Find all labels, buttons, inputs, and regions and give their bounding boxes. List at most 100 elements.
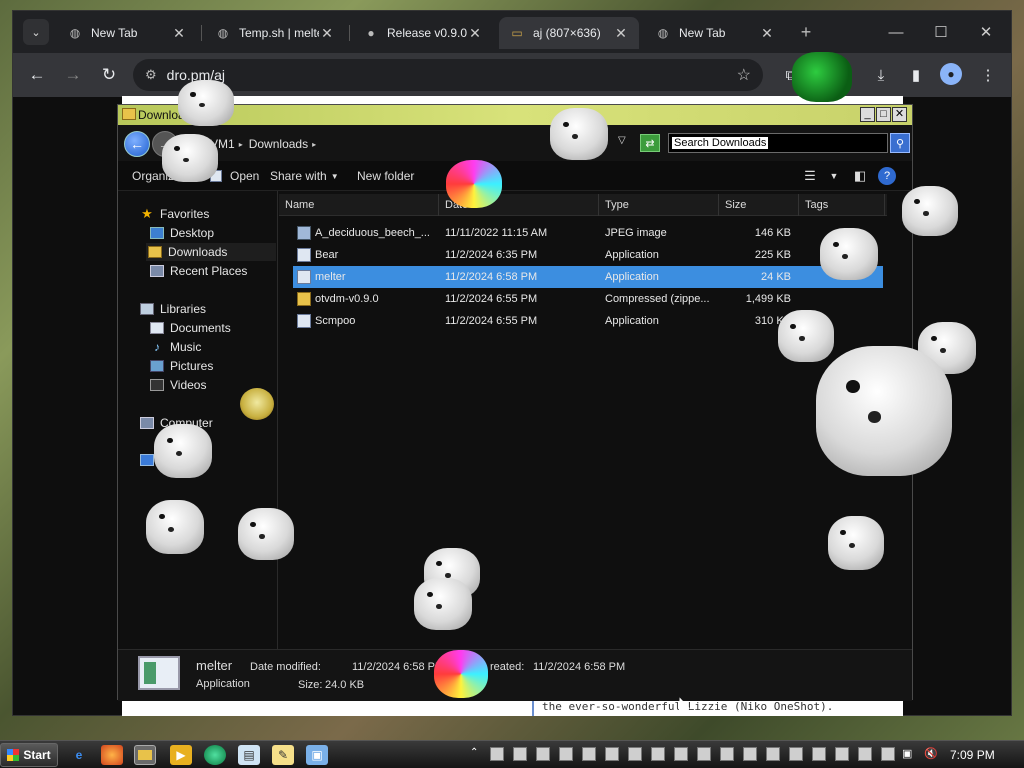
table-row-selected[interactable]: melter 11/2/2024 6:58 PM Application 24 … xyxy=(293,266,883,288)
column-name[interactable]: Name xyxy=(279,194,439,216)
image-icon: ▭ xyxy=(511,26,523,40)
share-with-button[interactable]: Share with ▼ xyxy=(270,169,339,183)
tray-sprite-icon[interactable] xyxy=(559,747,573,761)
table-row[interactable]: otvdm-v0.9.0 11/2/2024 6:55 PM Compresse… xyxy=(293,288,883,310)
column-tags[interactable]: Tags xyxy=(799,194,885,216)
nav-downloads[interactable]: Downloads xyxy=(146,243,276,261)
polar-bear-sprite xyxy=(238,508,294,560)
address-history-dropdown[interactable]: ▽ xyxy=(618,135,626,146)
download-icon[interactable]: ⤓ xyxy=(869,63,893,87)
tray-sprite-icon[interactable] xyxy=(605,747,619,761)
tray-sprite-icon[interactable] xyxy=(490,747,504,761)
view-options-icon[interactable]: ☰ xyxy=(800,167,820,185)
tray-sprite-icon[interactable] xyxy=(766,747,780,761)
explorer-close-button[interactable]: ✕ xyxy=(892,107,907,122)
site-info-icon[interactable]: ⚙ xyxy=(145,67,157,83)
close-tab-icon[interactable]: ✕ xyxy=(613,25,629,42)
nav-pictures[interactable]: Pictures xyxy=(148,357,213,375)
tray-sprite-icon[interactable] xyxy=(812,747,826,761)
tray-sprite-icon[interactable] xyxy=(858,747,872,761)
volume-muted-icon[interactable]: 🔇 xyxy=(924,747,938,761)
tray-sprite-icon[interactable] xyxy=(651,747,665,761)
tray-sprite-icon[interactable] xyxy=(628,747,642,761)
menu-dots-icon[interactable]: ⋮ xyxy=(976,63,1000,87)
start-button[interactable]: Start xyxy=(0,743,58,767)
breadcrumb-downloads[interactable]: Downloads ▸ xyxy=(249,137,316,151)
help-icon[interactable]: ? xyxy=(878,167,896,185)
tab-new-tab-1[interactable]: ◍ New Tab ✕ xyxy=(57,17,197,49)
side-panel-icon[interactable]: ▮ xyxy=(904,63,928,87)
explorer-titlebar[interactable]: Downloads _ □ ✕ xyxy=(118,105,912,125)
details-date-modified-label: Date modified: xyxy=(250,661,321,673)
explorer-maximize-button[interactable]: □ xyxy=(876,107,891,122)
notepad-icon[interactable]: ✎ xyxy=(272,745,294,765)
chevron-down-icon[interactable]: ▼ xyxy=(824,167,844,185)
nav-documents[interactable]: Documents xyxy=(148,319,231,337)
refresh-button[interactable]: ⇄ xyxy=(640,134,660,152)
nav-libraries[interactable]: Libraries xyxy=(138,300,206,318)
tray-expand-icon[interactable]: ⌃ xyxy=(470,747,484,761)
explorer-minimize-button[interactable]: _ xyxy=(860,107,875,122)
tray-sprite-icon[interactable] xyxy=(513,747,527,761)
chevron-right-icon: ▸ xyxy=(312,139,317,149)
bookmark-star-icon[interactable]: ☆ xyxy=(737,65,751,85)
computer-taskbar-icon[interactable]: ▣ xyxy=(306,745,328,765)
maximize-icon[interactable]: ☐ xyxy=(926,19,956,45)
explorer-taskbar-icon[interactable] xyxy=(134,745,156,765)
tray-sprite-icon[interactable] xyxy=(835,747,849,761)
column-type[interactable]: Type xyxy=(599,194,719,216)
tab-aj-image[interactable]: ▭ aj (807×636) ✕ xyxy=(499,17,639,49)
document-icon[interactable]: ▤ xyxy=(238,745,260,765)
forward-arrow-icon[interactable]: → xyxy=(61,63,85,87)
tray-sprite-icon[interactable] xyxy=(536,747,550,761)
nav-network[interactable] xyxy=(138,451,154,469)
table-row[interactable]: Bear 11/2/2024 6:35 PM Application 225 K… xyxy=(293,244,883,266)
media-player-icon[interactable]: ▶ xyxy=(170,745,192,765)
file-name: otvdm-v0.9.0 xyxy=(315,293,379,305)
profile-avatar[interactable]: ● xyxy=(940,63,962,85)
tray-sprite-icon[interactable] xyxy=(697,747,711,761)
new-tab-button[interactable]: + xyxy=(795,21,817,43)
search-input[interactable]: Search Downloads xyxy=(668,133,888,153)
new-folder-button[interactable]: New folder xyxy=(357,169,414,183)
internet-explorer-icon[interactable]: e xyxy=(68,745,90,765)
nav-music[interactable]: ♪ Music xyxy=(148,338,201,356)
column-size[interactable]: Size xyxy=(719,194,799,216)
tray-sprite-icon[interactable] xyxy=(720,747,734,761)
close-tab-icon[interactable]: ✕ xyxy=(319,25,335,42)
open-label: Open xyxy=(230,169,260,183)
tab-new-tab-2[interactable]: ◍ New Tab ✕ xyxy=(645,17,785,49)
tray-sprite-icon[interactable] xyxy=(881,747,895,761)
nav-favorites[interactable]: ★ Favorites xyxy=(138,205,209,223)
open-button[interactable]: Open xyxy=(210,169,259,183)
browser-taskbar-icon[interactable] xyxy=(204,745,226,765)
close-window-icon[interactable]: ✕ xyxy=(971,19,1001,45)
tray-sprite-icon[interactable] xyxy=(674,747,688,761)
tab-search-button[interactable]: ⌄ xyxy=(23,19,49,45)
nav-desktop[interactable]: Desktop xyxy=(148,224,214,242)
nav-videos[interactable]: Videos xyxy=(148,376,206,394)
tab-temp-sh[interactable]: ◍ Temp.sh | melte ✕ xyxy=(205,17,345,49)
minimize-icon[interactable]: — xyxy=(881,19,911,45)
tray-sprite-icon[interactable] xyxy=(582,747,596,761)
tray-sprite-icon[interactable] xyxy=(743,747,757,761)
chevron-right-icon: ▸ xyxy=(238,139,243,149)
table-row[interactable]: A_deciduous_beech_... 11/11/2022 11:15 A… xyxy=(293,222,883,244)
tray-sprite-icon[interactable] xyxy=(789,747,803,761)
details-file-name: melter xyxy=(196,658,233,673)
network-tray-icon[interactable]: ▣ xyxy=(902,747,916,761)
close-tab-icon[interactable]: ✕ xyxy=(467,25,483,42)
reload-icon[interactable]: ↻ xyxy=(97,63,121,87)
file-date: 11/2/2024 6:55 PM xyxy=(445,315,538,327)
back-arrow-icon[interactable]: ← xyxy=(25,63,49,87)
nav-recent-places[interactable]: Recent Places xyxy=(148,262,247,280)
close-tab-icon[interactable]: ✕ xyxy=(171,25,187,42)
preview-pane-icon[interactable]: ◧ xyxy=(850,167,870,185)
tab-release[interactable]: ● Release v0.9.0 ✕ xyxy=(353,17,493,49)
column-label: Tags xyxy=(805,199,829,211)
search-icon[interactable]: ⚲ xyxy=(890,133,910,153)
close-tab-icon[interactable]: ✕ xyxy=(759,25,775,42)
firefox-icon[interactable] xyxy=(101,745,123,765)
clock[interactable]: 7:09 PM xyxy=(950,748,995,762)
back-button[interactable]: ← xyxy=(124,131,150,157)
